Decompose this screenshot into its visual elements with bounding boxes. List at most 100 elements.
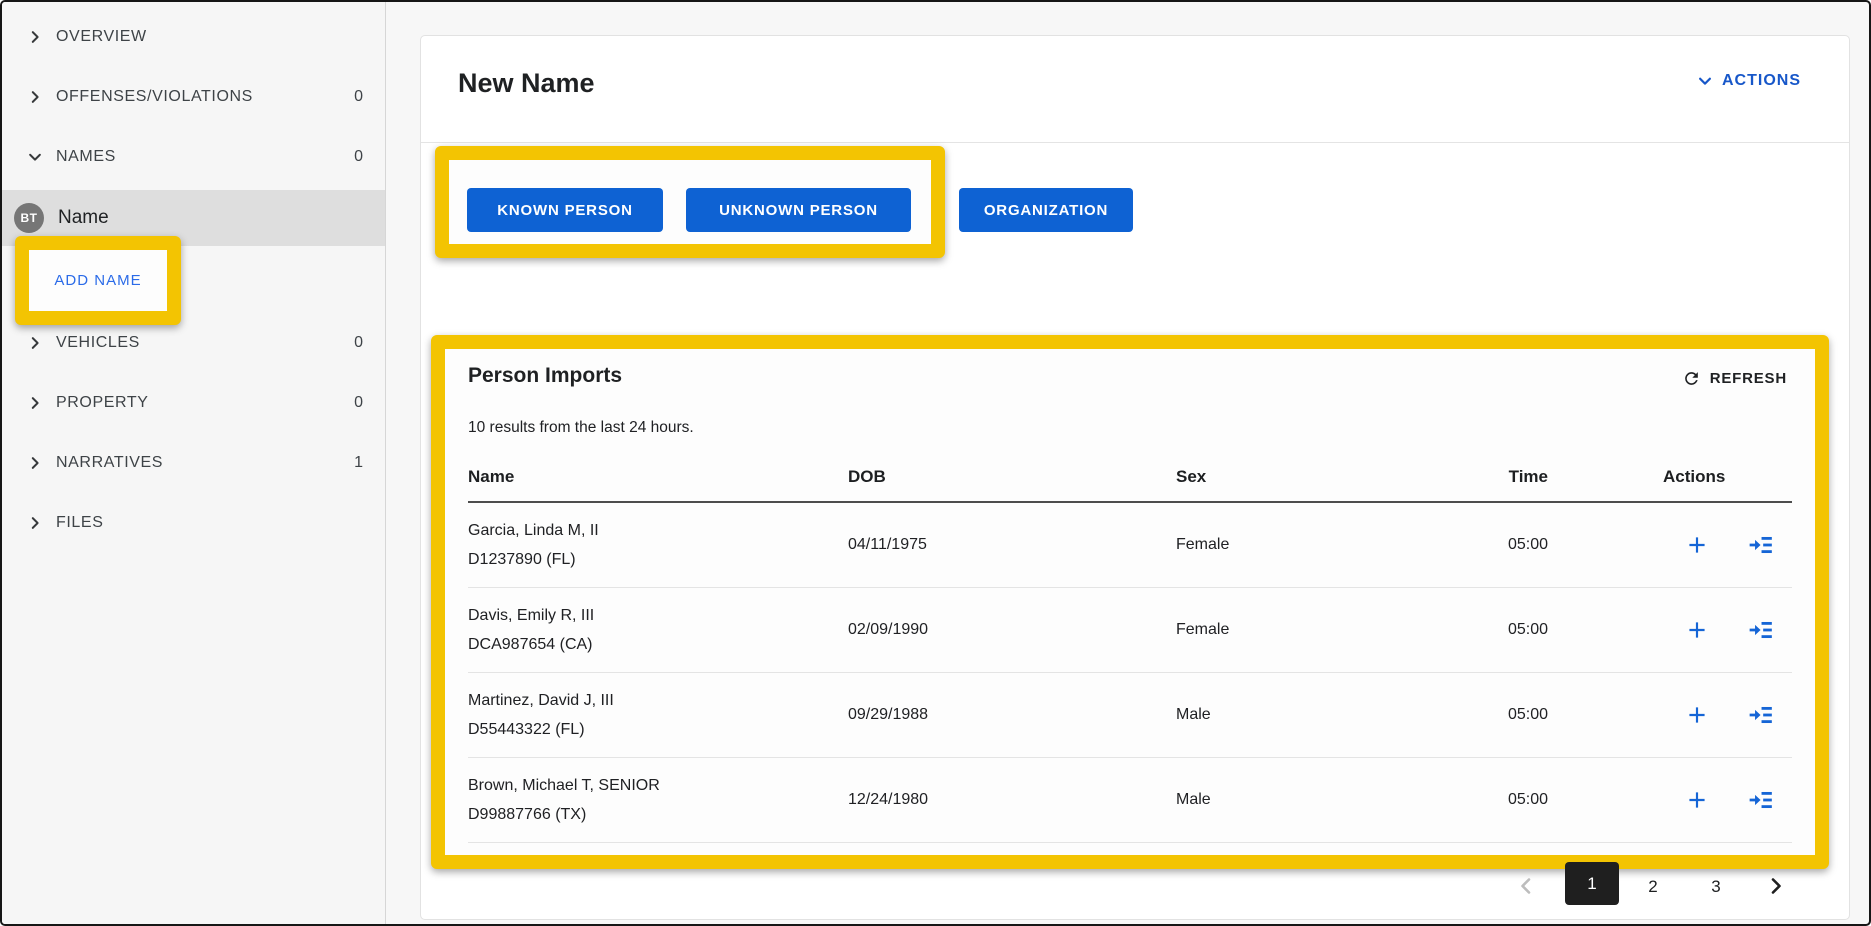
column-header-dob: DOB [848,467,886,487]
sidebar-item-label: NAMES [56,148,116,166]
highlight-box-person-imports: Person Imports REFRESH 10 results from t… [431,335,1829,869]
time-cell: 05:00 [1428,673,1548,757]
name-cell: Martinez, David J, III D55443322 (FL) [468,673,614,757]
chevron-right-icon [26,514,44,532]
add-person-button[interactable] [1683,701,1711,729]
table-header: Name DOB Sex Time Actions [468,457,1792,503]
organization-button[interactable]: ORGANIZATION [959,188,1133,232]
page-button-3[interactable]: 3 [1701,874,1731,900]
sidebar-item-files[interactable]: FILES [2,503,385,543]
table-row: Brown, Michael T, SENIOR D99887766 (TX) … [468,758,1792,843]
sidebar-item-overview[interactable]: OVERVIEW [2,17,385,57]
add-person-button[interactable] [1683,786,1711,814]
person-imports-title: Person Imports [468,364,622,388]
dob-cell: 02/09/1990 [848,588,928,672]
sidebar-item-label: OFFENSES/VIOLATIONS [56,88,253,106]
name-cell: Davis, Emily R, III DCA987654 (CA) [468,588,594,672]
item-count-badge: 0 [354,148,363,166]
add-to-list-icon [1748,532,1774,558]
refresh-icon [1682,369,1701,388]
add-name-button[interactable]: ADD NAME [54,272,141,289]
chevron-right-icon [1764,874,1788,898]
sidebar-item-label: NARRATIVES [56,454,163,472]
page-button-2[interactable]: 2 [1638,874,1668,900]
actions-menu-button[interactable]: ACTIONS [1696,72,1801,90]
known-person-button[interactable]: KNOWN PERSON [467,188,663,232]
add-to-list-icon [1748,617,1774,643]
person-id: D99887766 (TX) [468,806,586,824]
sidebar-item-label: PROPERTY [56,394,149,412]
chevron-right-icon [26,394,44,412]
import-to-report-button[interactable] [1747,786,1775,814]
sidebar-item-label: VEHICLES [56,334,140,352]
table-row: Garcia, Linda M, II D1237890 (FL) 04/11/… [468,503,1792,588]
avatar: BT [14,203,44,233]
item-count-badge: 0 [354,88,363,106]
add-to-list-icon [1748,787,1774,813]
column-header-name: Name [468,467,514,487]
import-to-report-button[interactable] [1747,616,1775,644]
column-header-actions: Actions [1663,467,1725,487]
new-name-card: New Name ACTIONS KNOWN PERSON UNKNOWN PE… [420,35,1850,920]
sex-cell: Male [1176,758,1211,842]
highlight-box-person-buttons: KNOWN PERSON UNKNOWN PERSON [435,146,945,258]
plus-icon [1684,532,1710,558]
table-row: Davis, Emily R, III DCA987654 (CA) 02/09… [468,588,1792,673]
previous-page-button[interactable] [1511,871,1541,901]
results-summary: 10 results from the last 24 hours. [468,419,694,437]
next-page-button[interactable] [1761,871,1791,901]
person-name: Davis, Emily R, III [468,607,594,625]
sidebar-item-property[interactable]: PROPERTY 0 [2,383,385,423]
column-header-sex: Sex [1176,467,1206,487]
refresh-label: REFRESH [1710,370,1787,387]
name-record-label: Name [58,207,109,229]
unknown-person-button[interactable]: UNKNOWN PERSON [686,188,911,232]
time-cell: 05:00 [1428,503,1548,587]
sex-cell: Female [1176,503,1229,587]
item-count-badge: 1 [354,454,363,472]
column-header-time: Time [1428,467,1548,487]
chevron-right-icon [26,334,44,352]
sex-cell: Male [1176,673,1211,757]
person-id: D55443322 (FL) [468,721,585,739]
refresh-button[interactable]: REFRESH [1682,369,1787,388]
dob-cell: 12/24/1980 [848,758,928,842]
plus-icon [1684,787,1710,813]
add-to-list-icon [1748,702,1774,728]
chevron-down-icon [1696,72,1714,90]
time-cell: 05:00 [1428,758,1548,842]
time-cell: 05:00 [1428,588,1548,672]
item-count-badge: 0 [354,394,363,412]
add-person-button[interactable] [1683,616,1711,644]
plus-icon [1684,617,1710,643]
name-cell: Garcia, Linda M, II D1237890 (FL) [468,503,599,587]
person-id: DCA987654 (CA) [468,636,593,654]
chevron-down-icon [26,148,44,166]
person-name: Garcia, Linda M, II [468,522,599,540]
chevron-left-icon [1514,874,1538,898]
import-to-report-button[interactable] [1747,701,1775,729]
sidebar-item-vehicles[interactable]: VEHICLES 0 [2,323,385,363]
sidebar-item-narratives[interactable]: NARRATIVES 1 [2,443,385,483]
chevron-right-icon [26,28,44,46]
person-id: D1237890 (FL) [468,551,576,569]
table-row: Martinez, David J, III D55443322 (FL) 09… [468,673,1792,758]
chevron-right-icon [26,454,44,472]
pagination: 1 2 3 [421,862,1819,912]
sidebar-item-label: OVERVIEW [56,28,147,46]
item-count-badge: 0 [354,334,363,352]
app-window: OVERVIEW OFFENSES/VIOLATIONS 0 NAMES 0 B… [0,0,1871,926]
page-title: New Name [458,68,595,99]
page-button-1[interactable]: 1 [1565,862,1619,905]
import-to-report-button[interactable] [1747,531,1775,559]
sidebar-item-offenses-violations[interactable]: OFFENSES/VIOLATIONS 0 [2,77,385,117]
name-cell: Brown, Michael T, SENIOR D99887766 (TX) [468,758,660,842]
highlight-box-add-name: ADD NAME [15,236,181,325]
sex-cell: Female [1176,588,1229,672]
plus-icon [1684,702,1710,728]
sidebar-item-names[interactable]: NAMES 0 [2,137,385,177]
person-name: Brown, Michael T, SENIOR [468,777,660,795]
sidebar: OVERVIEW OFFENSES/VIOLATIONS 0 NAMES 0 B… [2,2,386,924]
add-person-button[interactable] [1683,531,1711,559]
dob-cell: 09/29/1988 [848,673,928,757]
